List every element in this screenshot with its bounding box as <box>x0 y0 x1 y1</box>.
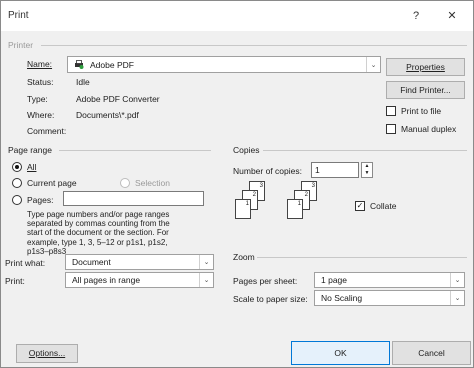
collate-label: Collate <box>370 201 397 211</box>
collate-stack-a: 3 2 1 <box>233 181 273 231</box>
printer-section-label: Printer <box>8 40 34 50</box>
printer-where-value: Documents\*.pdf <box>76 110 139 120</box>
pages-input[interactable] <box>63 191 204 206</box>
find-printer-button[interactable]: Find Printer... <box>386 81 465 99</box>
collate-checkbox[interactable]: ✓ <box>355 201 365 211</box>
options-button[interactable]: Options... <box>16 344 78 363</box>
printer-status-value: Idle <box>76 77 90 87</box>
copies-divider <box>263 150 467 151</box>
zoom-divider <box>257 257 467 258</box>
zoom-section-label: Zoom <box>233 252 255 262</box>
manual-duplex-checkbox[interactable] <box>386 124 396 134</box>
scale-value: No Scaling <box>321 293 363 303</box>
scale-label: Scale to paper size: <box>233 294 308 304</box>
number-of-copies-value: 1 <box>315 165 320 175</box>
printer-name-label: Name: <box>27 59 53 69</box>
print-dialog: Print ? ✕ Printer Name: Adobe PDF ⌄ Stat… <box>0 0 474 368</box>
current-page-radio[interactable] <box>12 178 22 188</box>
page-icon: 1 <box>235 199 251 219</box>
pages-per-sheet-label: Pages per sheet: <box>233 276 298 286</box>
printer-name-select[interactable]: Adobe PDF ⌄ <box>67 56 381 73</box>
printer-name-value: Adobe PDF <box>90 59 134 70</box>
print-to-file-label: Print to file <box>401 106 442 116</box>
properties-button[interactable]: Properties <box>386 58 465 76</box>
all-pages-label: All <box>27 162 37 172</box>
page-range-section-label: Page range <box>8 145 52 155</box>
number-of-copies-input[interactable]: 1 <box>311 162 359 178</box>
collate-stack-b: 3 2 1 <box>285 181 325 231</box>
close-button[interactable]: ✕ <box>441 7 463 25</box>
number-of-copies-label: Number of copies: <box>233 166 302 176</box>
print-what-value: Document <box>72 257 111 267</box>
print-label: Print: <box>5 276 25 286</box>
selection-radio[interactable] <box>120 178 130 188</box>
cancel-button[interactable]: Cancel <box>392 341 471 365</box>
pages-per-sheet-select[interactable]: 1 page ⌄ <box>314 272 465 288</box>
scale-select[interactable]: No Scaling ⌄ <box>314 290 465 306</box>
pages-radio[interactable] <box>12 195 22 205</box>
pages-label: Pages: <box>27 195 54 205</box>
chevron-down-icon: ⌄ <box>450 273 464 287</box>
title-bar: Print ? ✕ <box>1 1 473 31</box>
printer-comment-label: Comment: <box>27 126 67 136</box>
printer-icon <box>74 60 84 69</box>
printer-status-label: Status: <box>27 77 54 87</box>
page-range-help-text: Type page numbers and/or page ranges sep… <box>27 210 170 256</box>
print-to-file-checkbox[interactable] <box>386 106 396 116</box>
help-button[interactable]: ? <box>405 7 427 25</box>
current-page-label: Current page <box>27 178 77 188</box>
printer-type-value: Adobe PDF Converter <box>76 94 160 104</box>
copies-section-label: Copies <box>233 145 260 155</box>
printer-where-label: Where: <box>27 110 55 120</box>
chevron-down-icon: ⌄ <box>199 273 213 287</box>
copies-spinner[interactable]: ▲ ▼ <box>361 162 373 178</box>
ok-button[interactable]: OK <box>291 341 390 365</box>
printer-group-divider <box>41 45 467 46</box>
chevron-down-icon: ⌄ <box>450 291 464 305</box>
print-what-select[interactable]: Document ⌄ <box>65 254 214 270</box>
print-pages-select[interactable]: All pages in range ⌄ <box>65 272 214 288</box>
spinner-down-icon[interactable]: ▼ <box>362 170 372 177</box>
spinner-up-icon[interactable]: ▲ <box>362 163 372 170</box>
print-what-label: Print what: <box>5 258 46 268</box>
chevron-down-icon: ⌄ <box>366 57 380 72</box>
manual-duplex-label: Manual duplex <box>401 124 457 134</box>
page-icon: 1 <box>287 199 303 219</box>
page-range-divider <box>59 150 211 151</box>
pages-per-sheet-value: 1 page <box>321 275 347 285</box>
print-pages-value: All pages in range <box>72 275 141 285</box>
window-title: Print <box>8 10 29 21</box>
all-pages-radio[interactable] <box>12 162 22 172</box>
printer-type-label: Type: <box>27 94 48 104</box>
chevron-down-icon: ⌄ <box>199 255 213 269</box>
selection-label: Selection <box>135 178 170 188</box>
